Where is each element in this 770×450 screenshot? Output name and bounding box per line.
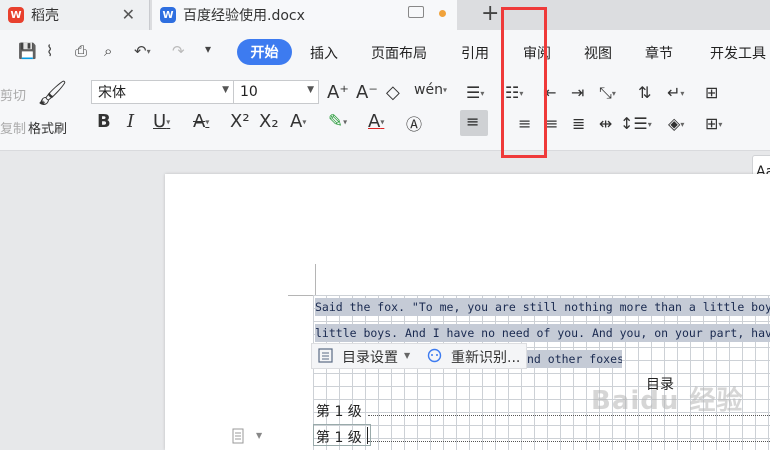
table-grid-icon[interactable]: ⊞ xyxy=(705,83,718,102)
font-color-icon[interactable]: A▾ xyxy=(368,111,384,132)
italic-icon[interactable]: I xyxy=(127,111,134,132)
align-right-icon[interactable]: ≡ xyxy=(545,114,558,133)
distribute-icon[interactable]: ⇹ xyxy=(599,114,612,133)
tab-document-label: 百度经验使用.docx xyxy=(183,8,305,24)
toc-list-icon xyxy=(318,348,333,363)
monitor-icon[interactable] xyxy=(408,6,424,18)
sort-icon[interactable]: ⇅ xyxy=(638,83,651,102)
format-painter-button[interactable]: 格式刷 xyxy=(28,118,67,137)
watermark: Baidu 经验 xyxy=(591,386,744,416)
wps-logo-icon: W xyxy=(8,7,24,23)
font-size-select[interactable]: 10 ▼ xyxy=(233,80,319,104)
superscript-icon[interactable]: X² xyxy=(230,111,250,132)
format-painter-icon[interactable]: 🖌 xyxy=(37,79,67,107)
menu-row: 💾 ⌇ ⎙ ⌕ ↶▾ ↷ ▾ 开始 插入 页面布局 引用 审阅 视图 章节 开发… xyxy=(0,30,770,75)
eraser-icon[interactable]: ◇ xyxy=(386,82,400,103)
print-icon[interactable]: ⎙ xyxy=(75,42,87,60)
menu-reference[interactable]: 引用 xyxy=(461,43,489,63)
font-size-value: 10 xyxy=(240,84,258,100)
text-effect-icon[interactable]: A▾ xyxy=(290,111,306,132)
unsaved-dot-icon xyxy=(439,10,446,17)
shading-icon[interactable]: ◈▾ xyxy=(668,114,684,133)
align-left-icon: ≡ xyxy=(466,112,480,131)
document-nav-icon[interactable] xyxy=(232,428,246,444)
copy-button[interactable]: 复制 xyxy=(0,118,26,137)
tab-document[interactable]: W 百度经验使用.docx xyxy=(152,0,457,30)
chevron-down-icon[interactable]: ▼ xyxy=(256,431,262,440)
print-preview-icon[interactable]: ⌕ xyxy=(104,42,112,60)
tab-bar: W 稻壳 ✕ W 百度经验使用.docx + xyxy=(0,0,770,30)
grow-font-icon[interactable]: A⁺ xyxy=(327,82,349,103)
increase-indent-icon[interactable]: ⇥ xyxy=(571,83,584,102)
shrink-font-icon[interactable]: A⁻ xyxy=(356,82,378,103)
text-caret xyxy=(367,427,368,444)
bullet-list-icon[interactable]: ☰▾ xyxy=(466,83,484,102)
phonetic-icon[interactable]: wén▾ xyxy=(414,82,447,98)
redo-icon[interactable]: ↷ xyxy=(172,42,185,60)
font-name-select[interactable]: 宋体 ▼ xyxy=(91,80,234,104)
toc-settings-button[interactable]: 目录设置 xyxy=(342,347,398,367)
chevron-down-icon: ▼ xyxy=(222,85,229,95)
selected-text-line[interactable]: Said the fox. "To me, you are still noth… xyxy=(315,298,770,316)
refresh-icon xyxy=(427,348,442,363)
line-break-icon[interactable]: ↵▾ xyxy=(667,83,684,102)
toc-entry[interactable]: 第 1 级 xyxy=(316,427,362,447)
undo-icon[interactable]: ↶▾ xyxy=(134,42,151,60)
strikethrough-icon[interactable]: A▾ xyxy=(193,111,209,132)
cut-button[interactable]: 剪切 xyxy=(0,85,26,104)
word-doc-icon: W xyxy=(160,7,176,23)
border-icon[interactable]: ⊞▾ xyxy=(705,114,722,133)
menu-start[interactable]: 开始 xyxy=(237,39,292,65)
highlight-annotation xyxy=(501,7,547,158)
save-icon[interactable]: 💾 xyxy=(18,42,37,60)
crop-mark xyxy=(288,295,315,296)
subscript-icon[interactable]: X₂ xyxy=(259,111,279,132)
chevron-down-icon[interactable]: ▼ xyxy=(404,351,410,360)
new-tab-plus-icon[interactable]: + xyxy=(481,1,499,26)
justify-icon[interactable]: ≣ xyxy=(572,114,585,133)
align-left-button[interactable]: ≡ xyxy=(460,110,488,136)
clip-icon[interactable]: ⌇ xyxy=(46,42,53,60)
line-spacing-icon[interactable]: ↕☰▾ xyxy=(620,114,652,133)
toc-entry[interactable]: 第 1 级 xyxy=(316,401,362,421)
ribbon: 剪切 复制 🖌 格式刷 宋体 ▼ 10 ▼ A⁺ A⁻ ◇ wén▾ B I U… xyxy=(0,75,770,219)
toc-floating-toolbar: 目录设置 ▼ 重新识别... xyxy=(311,343,527,369)
tab-docer[interactable]: W 稻壳 ✕ xyxy=(0,0,150,30)
underline-icon[interactable]: U▾ xyxy=(153,111,170,132)
selected-text-line[interactable]: little boys. And I have no need of you. … xyxy=(315,324,770,342)
menu-view[interactable]: 视图 xyxy=(584,43,612,63)
menu-section[interactable]: 章节 xyxy=(645,43,673,63)
crop-mark xyxy=(315,264,316,295)
font-name-value: 宋体 xyxy=(98,85,126,101)
menu-insert[interactable]: 插入 xyxy=(310,43,338,63)
toc-reidentify-button[interactable]: 重新识别... xyxy=(451,347,520,367)
selected-text-line[interactable]: nd other foxes xyxy=(527,350,622,368)
text-direction-icon[interactable]: ⤡▾ xyxy=(599,83,616,103)
bold-icon[interactable]: B xyxy=(97,111,111,132)
document-gridlines xyxy=(313,295,770,450)
chevron-down-icon: ▼ xyxy=(307,85,314,95)
highlight-color-icon[interactable]: ✎▾ xyxy=(328,111,347,132)
close-icon[interactable]: ✕ xyxy=(122,5,135,24)
menu-page-layout[interactable]: 页面布局 xyxy=(371,43,427,63)
toc-leader xyxy=(368,441,770,442)
more-icon[interactable]: ▾ xyxy=(205,42,211,56)
menu-developer[interactable]: 开发工具 xyxy=(710,43,766,63)
char-border-icon[interactable]: Ⓐ xyxy=(406,111,422,135)
tab-docer-label: 稻壳 xyxy=(31,8,59,24)
